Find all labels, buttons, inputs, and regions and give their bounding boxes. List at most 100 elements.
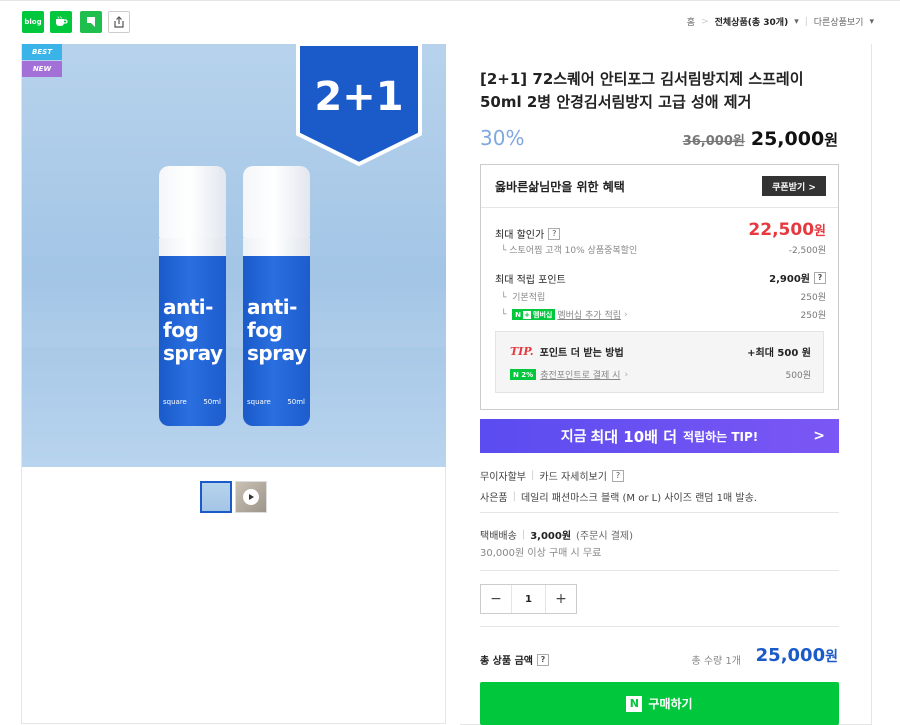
card-detail-link[interactable]: 카드 자세히보기: [539, 468, 607, 483]
spray-bottle-right: anti- fog spray square 50ml: [243, 166, 310, 426]
original-price: 36,000원: [682, 134, 745, 149]
help-icon[interactable]: ?: [814, 271, 826, 284]
promo-banner[interactable]: 지금 최대 10배 더 적립하는 TIP! >: [480, 419, 839, 453]
product-detail-panel: [2+1] 72스퀘어 안티포그 김서림방지제 스프레이 50ml 2병 안경김…: [460, 44, 872, 725]
product-title: [2+1] 72스퀘어 안티포그 김서림방지제 스프레이 50ml 2병 안경김…: [480, 70, 804, 111]
buy-button-label: 구매하기: [648, 697, 693, 711]
breadcrumb-category[interactable]: 전체상품(총 30개): [715, 15, 789, 28]
separator: |: [531, 470, 535, 481]
share-export-icon[interactable]: [108, 11, 130, 33]
buy-button[interactable]: N 구매하기: [480, 682, 839, 725]
bottle-body: anti- fog spray square 50ml: [243, 238, 310, 426]
store-discount-row: └ 스토어찜 고객 10% 상품중복할인: [501, 246, 638, 256]
chevron-right-icon: ›: [624, 369, 629, 380]
bottle-text-1: anti-: [163, 295, 213, 319]
delivery-fee: 3,000원: [530, 531, 572, 542]
divider-line: [480, 570, 839, 571]
store-discount-label: 스토어찜 고객 10% 상품중복할인: [509, 246, 638, 256]
bottle-text-1: anti-: [247, 295, 297, 319]
sale-price: 25,000원: [751, 128, 838, 150]
help-icon[interactable]: ?: [536, 653, 549, 666]
product-main-image[interactable]: 2+1 BEST NEW anti- fog spray square 50ml …: [22, 44, 446, 467]
total-quantity: 총 수량 1개: [691, 656, 741, 667]
tip-label-text: 포인트 더 받는 방법: [539, 348, 624, 359]
promo-highlight: 최대 10배 더: [590, 427, 678, 446]
quantity-plus-button[interactable]: +: [546, 585, 576, 613]
promo-suffix: 적립하는 TIP!: [683, 429, 759, 444]
coupon-button[interactable]: 쿠폰받기 >: [762, 176, 826, 196]
bottle-cap: [159, 166, 226, 238]
max-discount-label: 최대 할인가: [495, 230, 545, 241]
new-badge: NEW: [22, 61, 62, 77]
help-icon[interactable]: ?: [611, 469, 624, 482]
delivery-note: (주문시 결제): [576, 531, 634, 542]
bottle-foot: square 50ml: [247, 398, 305, 406]
delivery-row: 택배배송 | 3,000원 (주문시 결제): [480, 527, 633, 542]
quantity-minus-button[interactable]: −: [481, 585, 511, 613]
bottle-cap: [243, 166, 310, 238]
image-floor: [22, 347, 446, 467]
sale-price-number: 25,000: [750, 128, 825, 150]
gift-text: 데일리 패션마스크 블랙 (M or L) 사이즈 랜덤 1매 발송.: [520, 493, 757, 504]
tip-percent: 2%: [521, 370, 534, 379]
bottle-brand: square: [163, 398, 187, 406]
play-icon: [243, 489, 259, 505]
bottle-neck: [243, 238, 310, 256]
thumbnail-image[interactable]: [200, 481, 232, 513]
blog-icon[interactable]: blog: [22, 11, 44, 33]
bottle-label: anti- fog spray: [247, 296, 307, 365]
max-discount-unit: 원: [814, 224, 826, 239]
chevron-right-icon: >: [813, 428, 825, 444]
chevron-right-icon: ›: [624, 309, 628, 320]
total-price: 25,000원: [756, 645, 838, 666]
tip-box: TIP. 포인트 더 받는 방법 +최대 500 원 N 2% 충전포인트로 결…: [495, 331, 824, 393]
tip-max-value: +최대 500 원: [747, 348, 811, 359]
points-label: 최대 적립 포인트: [495, 275, 566, 286]
blog-icon-label: blog: [24, 18, 42, 26]
breadcrumb-divider: |: [804, 16, 808, 27]
membership-link[interactable]: 멤버십 추가 적립: [557, 308, 621, 321]
bottle-volume: 50ml: [287, 398, 305, 406]
bottle-text-2: fog: [163, 318, 199, 342]
benefit-title: 옳바른삶님만을 위한 혜택: [495, 180, 625, 194]
membership-row: └ N + 멤버십 멤버십 추가 적립 ›: [501, 308, 628, 321]
bottle-body: anti- fog spray square 50ml: [159, 238, 226, 426]
caret-down-icon-2[interactable]: ▾: [869, 17, 874, 27]
divider-line: [480, 512, 839, 513]
charge-points-link[interactable]: 충전포인트로 결제 시: [540, 368, 620, 381]
bottle-label: anti- fog spray: [163, 296, 223, 365]
points-value: 2,900원 ?: [769, 270, 826, 285]
thumbnail-video[interactable]: [235, 481, 267, 513]
max-discount-value: 22,500원: [748, 220, 826, 240]
ribbon-text: 2+1: [314, 74, 403, 120]
bottle-brand: square: [247, 398, 271, 406]
bottle-text-3: spray: [163, 341, 223, 365]
quantity-input[interactable]: 1: [511, 585, 546, 613]
tip-charge-row: N 2% 충전포인트로 결제 시 ›: [510, 368, 628, 381]
cafe-icon[interactable]: [50, 11, 72, 33]
promo-prefix: 지금: [560, 429, 587, 445]
thumbnail-strip: [200, 481, 267, 513]
discount-rate: 30%: [480, 126, 525, 150]
spray-bottle-left: anti- fog spray square 50ml: [159, 166, 226, 426]
ribbon-badge: 2+1: [296, 44, 422, 166]
total-price-unit: 원: [825, 649, 838, 665]
help-icon[interactable]: ?: [548, 227, 561, 240]
delivery-label: 택배배송: [480, 531, 517, 542]
breadcrumb-home[interactable]: 홈: [687, 15, 695, 28]
sale-price-unit: 원: [824, 131, 838, 149]
basic-points-label: 기본적립: [512, 293, 546, 303]
tip-word: TIP.: [510, 345, 534, 358]
benefit-divider: [481, 207, 838, 208]
talk-icon[interactable]: [80, 11, 102, 33]
installment-label: 무이자할부: [480, 472, 526, 483]
total-label: 총 상품 금액: [480, 656, 533, 667]
bottle-text-2: fog: [247, 318, 283, 342]
plus-icon: +: [523, 310, 531, 319]
max-discount-number: 22,500: [748, 220, 815, 240]
membership-badge-text: 멤버십: [533, 310, 553, 319]
separator: |: [512, 491, 516, 502]
other-products-link[interactable]: 다른상품보기: [814, 15, 864, 28]
caret-down-icon[interactable]: ▾: [794, 17, 799, 27]
price-row: 36,000원 25,000원: [683, 128, 838, 150]
